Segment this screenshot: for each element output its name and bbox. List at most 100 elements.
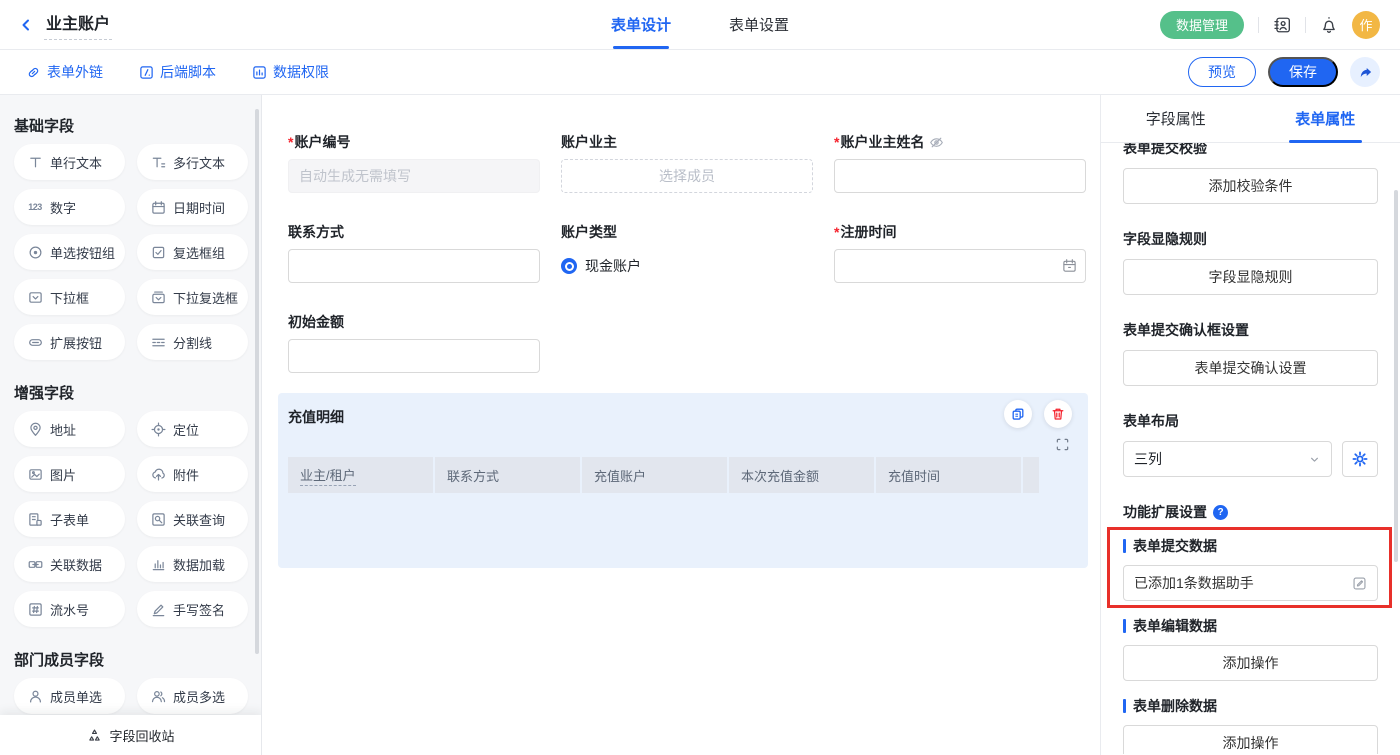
tab-form-design[interactable]: 表单设计 [611, 0, 671, 49]
sidebar-item-checkbox-group[interactable]: 复选框组 [137, 234, 248, 270]
select-bracket-icon[interactable] [1055, 437, 1070, 452]
related-query-icon [150, 512, 166, 527]
subtable-column[interactable]: 本次充值金额 [729, 457, 874, 493]
data-permission-link[interactable]: 数据权限 [252, 62, 329, 82]
form-external-link[interactable]: 表单外链 [26, 62, 103, 82]
sidebar-item-location[interactable]: 定位 [137, 411, 248, 447]
subtable-title: 充值明细 [288, 407, 1078, 427]
sidebar-item-data-load[interactable]: 数据加载 [137, 546, 248, 582]
section-form-layout: 表单布局 [1123, 413, 1378, 430]
sidebar-item-divider-line[interactable]: 分割线 [137, 324, 248, 360]
subform-icon [27, 512, 43, 527]
tab-form-settings[interactable]: 表单设置 [729, 0, 789, 49]
subtable-column[interactable]: 充值账户 [582, 457, 727, 493]
eye-off-icon[interactable] [929, 135, 944, 150]
panel-scrollbar[interactable] [1394, 190, 1398, 562]
field-initial-amount[interactable]: 初始金额 [288, 312, 540, 373]
help-icon[interactable]: ? [1213, 505, 1228, 520]
contacts-icon[interactable] [1273, 16, 1291, 34]
contact-input[interactable] [288, 249, 540, 283]
submit-confirm-setting-button[interactable]: 表单提交确认设置 [1123, 350, 1378, 386]
sidebar-item-single-line-text[interactable]: 单行文本 [14, 144, 125, 180]
back-icon[interactable] [18, 17, 34, 33]
sidebar-item-attachment[interactable]: 附件 [137, 456, 248, 492]
field-visibility-rule-button[interactable]: 字段显隐规则 [1123, 259, 1378, 295]
sidebar-item-member-single[interactable]: 成员单选 [14, 678, 125, 714]
edit-icon[interactable] [1352, 576, 1367, 591]
radio-selected[interactable] [561, 258, 577, 274]
sidebar-item-member-multi[interactable]: 成员多选 [137, 678, 248, 714]
field-owner-name[interactable]: 账户业主姓名 [834, 132, 1086, 193]
subtable-column[interactable]: 充值时间 [876, 457, 1021, 493]
field-account-type[interactable]: 账户类型 现金账户 [561, 222, 813, 283]
select-member-button[interactable]: 选择成员 [561, 159, 813, 193]
subsection-submit-data: 表单提交数据 已添加1条数据助手 [1123, 536, 1378, 601]
datetime-icon [150, 200, 166, 215]
data-load-icon [150, 557, 166, 572]
copy-button[interactable] [1004, 400, 1032, 428]
sidebar-item-expand-button[interactable]: 扩展按钮 [14, 324, 125, 360]
layout-select[interactable]: 三列 [1123, 441, 1332, 477]
tab-field-properties[interactable]: 字段属性 [1101, 95, 1251, 142]
data-manage-button[interactable]: 数据管理 [1160, 11, 1244, 39]
gear-icon [1352, 451, 1368, 467]
subtable-header-row: 业主/租户 联系方式 充值账户 本次充值金额 充值时间 [288, 457, 1078, 493]
section-marker [1123, 539, 1126, 553]
divider [1305, 17, 1306, 33]
field-contact[interactable]: 联系方式 [288, 222, 540, 283]
preview-button[interactable]: 预览 [1188, 57, 1256, 87]
field-account-owner[interactable]: 账户业主 选择成员 [561, 132, 813, 193]
field-library-sidebar: 基础字段 单行文本 多行文本 123 数字 日期时间 单选按钮组 [0, 95, 262, 755]
edit-data-add-action-button[interactable]: 添加操作 [1123, 645, 1378, 681]
add-validate-condition-button[interactable]: 添加校验条件 [1123, 168, 1378, 204]
avatar[interactable]: 作 [1352, 11, 1380, 39]
field-account-no[interactable]: 账户编号 [288, 132, 540, 193]
image-icon [27, 467, 43, 482]
sidebar-scrollbar[interactable] [255, 109, 259, 654]
save-button[interactable]: 保存 [1268, 57, 1338, 87]
subtable-column[interactable]: 业主/租户 [288, 457, 433, 493]
field-recycle-bin[interactable]: 字段回收站 [0, 715, 262, 755]
field-register-time[interactable]: 注册时间 [834, 222, 1086, 283]
sidebar-item-image[interactable]: 图片 [14, 456, 125, 492]
sidebar-item-dropdown-multi[interactable]: 下拉复选框 [137, 279, 248, 315]
initial-amount-input[interactable] [288, 339, 540, 373]
backend-script-link[interactable]: 后端脚本 [139, 62, 216, 82]
owner-name-input[interactable] [834, 159, 1086, 193]
related-data-icon [27, 557, 43, 572]
tab-form-properties[interactable]: 表单属性 [1251, 95, 1400, 142]
subtable-recharge-detail[interactable]: 充值明细 业主/租户 联系方式 充值账户 [278, 393, 1088, 568]
layout-settings-button[interactable] [1342, 441, 1378, 477]
page-title[interactable]: 业主账户 [44, 10, 112, 40]
single-line-text-icon [27, 155, 43, 170]
sidebar-item-multi-line-text[interactable]: 多行文本 [137, 144, 248, 180]
subsection-delete-data: 表单删除数据 添加操作 [1123, 696, 1378, 754]
sidebar-item-dropdown[interactable]: 下拉框 [14, 279, 125, 315]
sidebar-item-datetime[interactable]: 日期时间 [137, 189, 248, 225]
sidebar-item-radio-group[interactable]: 单选按钮组 [14, 234, 125, 270]
subtable-column[interactable]: 联系方式 [435, 457, 580, 493]
calendar-icon[interactable] [1062, 258, 1077, 273]
share-button[interactable] [1350, 57, 1380, 87]
sidebar-item-subform[interactable]: 子表单 [14, 501, 125, 537]
submit-data-value[interactable]: 已添加1条数据助手 [1123, 565, 1378, 601]
expand-button-icon [27, 335, 43, 350]
delete-data-add-action-button[interactable]: 添加操作 [1123, 725, 1378, 754]
sidebar-item-number[interactable]: 123 数字 [14, 189, 125, 225]
sidebar-item-signature[interactable]: 手写签名 [137, 591, 248, 627]
share-arrow-icon [1358, 65, 1373, 80]
sidebar-item-address[interactable]: 地址 [14, 411, 125, 447]
delete-button[interactable] [1044, 400, 1072, 428]
link-icon [26, 65, 41, 80]
form-toolbar: 表单外链 后端脚本 数据权限 预览 保存 [0, 50, 1400, 95]
attachment-icon [150, 467, 166, 482]
sidebar-item-related-query[interactable]: 关联查询 [137, 501, 248, 537]
account-no-input[interactable] [288, 159, 540, 193]
script-icon [139, 65, 154, 80]
number-icon: 123 [27, 202, 43, 212]
sidebar-item-related-data[interactable]: 关联数据 [14, 546, 125, 582]
sidebar-item-serial-number[interactable]: 流水号 [14, 591, 125, 627]
notification-bell-icon[interactable] [1320, 16, 1338, 34]
register-time-input[interactable] [834, 249, 1086, 283]
sidebar-section-title: 增强字段 [14, 382, 247, 403]
